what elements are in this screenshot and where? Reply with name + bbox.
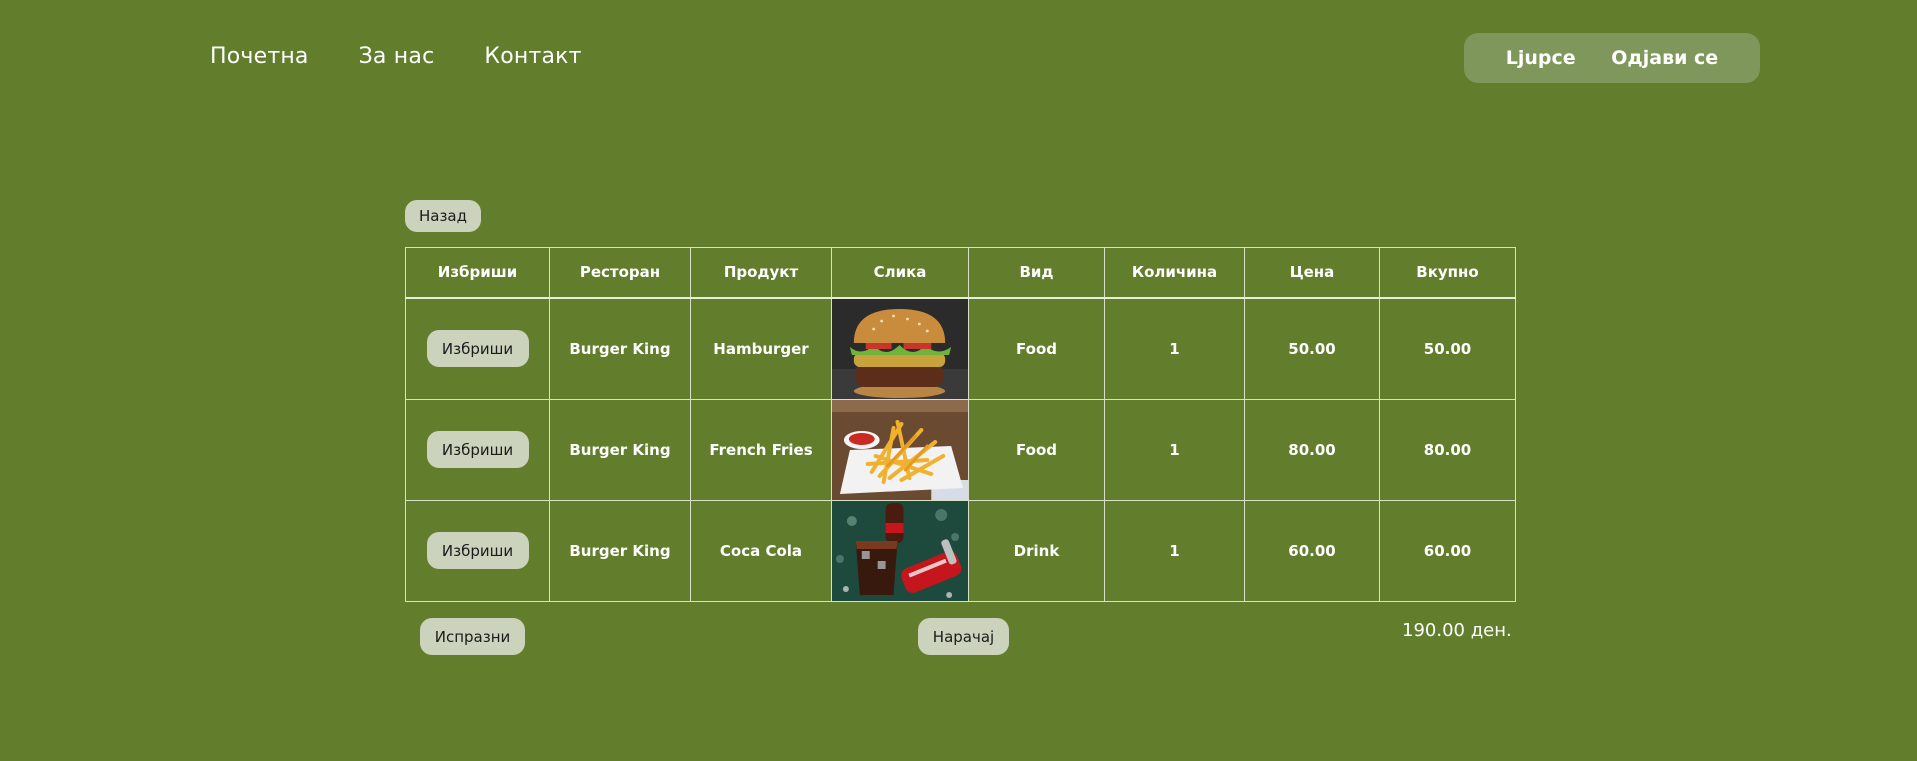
table-row: Избриши Burger King Coca Cola Drink 1 60… — [405, 499, 1516, 602]
price-cell: 60.00 — [1244, 499, 1380, 602]
table-row: Избриши Burger King French Fries Food 1 … — [405, 398, 1516, 501]
total-cell: 50.00 — [1379, 297, 1516, 400]
col-header-restaurant: Ресторан — [549, 247, 691, 298]
cart-table-body: Избриши Burger King Hamburger Food 1 50.… — [405, 297, 1516, 602]
french-fries-photo — [832, 399, 968, 500]
quantity-cell: 1 — [1104, 499, 1245, 602]
user-menu: Ljupce Одјави се — [1464, 33, 1760, 83]
product-cell: Coca Cola — [690, 499, 832, 602]
price-cell: 80.00 — [1244, 398, 1380, 501]
image-cell — [831, 297, 969, 400]
product-cell: French Fries — [690, 398, 832, 501]
cart-table-header: Избриши Ресторан Продукт Слика Вид Колич… — [405, 247, 1516, 298]
quantity-cell: 1 — [1104, 297, 1245, 400]
total-cell: 60.00 — [1379, 499, 1516, 602]
delete-cell: Избриши — [405, 297, 550, 400]
logout-link[interactable]: Одјави се — [1611, 47, 1718, 69]
user-name-link[interactable]: Ljupce — [1506, 47, 1576, 69]
delete-item-button[interactable]: Избриши — [426, 330, 529, 367]
image-cell — [831, 398, 969, 501]
quantity-cell: 1 — [1104, 398, 1245, 501]
type-cell: Drink — [968, 499, 1105, 602]
col-header-price: Цена — [1244, 247, 1380, 298]
type-cell: Food — [968, 297, 1105, 400]
delete-cell: Избриши — [405, 499, 550, 602]
cart-table: Избриши Ресторан Продукт Слика Вид Колич… — [405, 247, 1516, 602]
restaurant-cell: Burger King — [549, 398, 691, 501]
price-cell: 50.00 — [1244, 297, 1380, 400]
total-cell: 80.00 — [1379, 398, 1516, 501]
col-header-product: Продукт — [690, 247, 832, 298]
restaurant-cell: Burger King — [549, 499, 691, 602]
type-cell: Food — [968, 398, 1105, 501]
nav-link-contact[interactable]: Контакт — [484, 44, 581, 69]
back-button[interactable]: Назад — [405, 200, 481, 232]
col-header-type: Вид — [968, 247, 1105, 298]
col-header-total: Вкупно — [1379, 247, 1516, 298]
grand-total: 190.00 ден. — [1402, 620, 1512, 641]
product-cell: Hamburger — [690, 297, 832, 400]
table-row: Избриши Burger King Hamburger Food 1 50.… — [405, 297, 1516, 400]
nav-link-about[interactable]: За нас — [359, 44, 435, 69]
col-header-image: Слика — [831, 247, 969, 298]
col-header-quantity: Количина — [1104, 247, 1245, 298]
nav-link-home[interactable]: Почетна — [210, 44, 309, 69]
col-header-delete: Избриши — [405, 247, 550, 298]
delete-item-button[interactable]: Избриши — [426, 532, 529, 569]
delete-cell: Избриши — [405, 398, 550, 501]
hamburger-photo — [832, 298, 968, 399]
clear-cart-button[interactable]: Испразни — [420, 618, 525, 655]
restaurant-cell: Burger King — [549, 297, 691, 400]
place-order-button[interactable]: Нарачај — [918, 618, 1009, 655]
coca-cola-photo — [832, 500, 968, 601]
delete-item-button[interactable]: Избриши — [426, 431, 529, 468]
image-cell — [831, 499, 969, 602]
nav-links: Почетна За нас Контакт — [210, 44, 582, 69]
